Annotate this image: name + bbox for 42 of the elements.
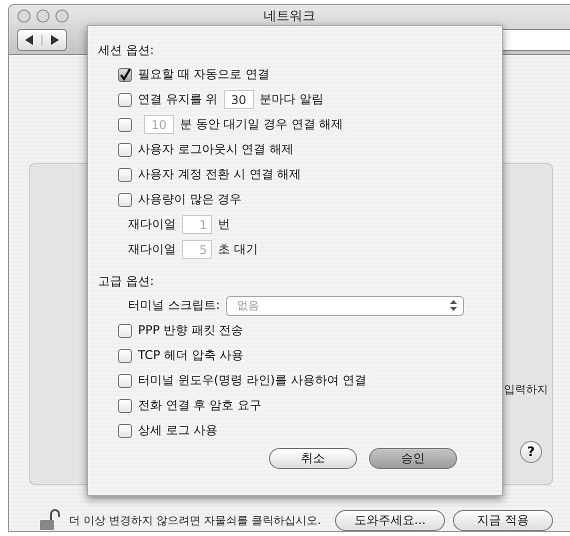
unit-label: 번	[218, 216, 230, 233]
redial-label: 재다이얼	[128, 216, 176, 233]
checkbox-label: PPP 반향 패킷 전송	[138, 322, 244, 339]
option-label: 분 동안 대기일 경우 연결 해제	[180, 116, 344, 133]
help-button[interactable]: ?	[520, 441, 542, 463]
checkbox-label: 터미널 윈도우(명령 라인)를 사용하여 연결	[138, 372, 367, 389]
minutes-field[interactable]: 30	[224, 90, 254, 109]
back-forward-button[interactable]	[17, 29, 67, 51]
stepper-icon	[450, 300, 457, 311]
checkbox[interactable]	[118, 142, 132, 156]
checkbox-label: TCP 헤더 압축 사용	[138, 347, 244, 364]
checkbox[interactable]	[118, 68, 132, 82]
option-label: 분마다 알림	[260, 91, 324, 108]
checkbox[interactable]	[118, 324, 132, 338]
select-label: 터미널 스크립트:	[128, 297, 220, 314]
checkbox-label: 사용자 계정 전환 시 연결 해제	[138, 166, 302, 183]
checkbox-label: 상세 로그 사용	[138, 422, 218, 439]
checkbox[interactable]	[118, 398, 132, 412]
unit-label: 초 대기	[218, 241, 258, 258]
status-text: 더 이상 변경하지 않으려면 자물쇠를 클릭하십시오.	[69, 512, 322, 528]
checkbox-label: 전화 연결 후 암호 요구	[138, 397, 262, 414]
cancel-button[interactable]: 취소	[269, 448, 357, 469]
checkbox[interactable]	[118, 92, 132, 106]
section-title: 고급 옵션:	[98, 273, 155, 290]
section-title: 세션 옵션:	[98, 42, 155, 59]
checkbox-label: 사용자 로그아웃시 연결 해제	[138, 141, 294, 158]
lock-icon[interactable]	[39, 509, 61, 531]
option-label: 연결 유지를 위	[138, 91, 218, 108]
description-text: 입력하지	[504, 382, 548, 397]
window-title: 네트워크	[262, 8, 316, 25]
checkbox[interactable]	[118, 424, 132, 438]
redial-label: 재다이얼	[128, 241, 176, 258]
help-text-button[interactable]: 도와주세요...	[335, 510, 445, 530]
checkbox-label: 사용량이 많은 경우	[138, 191, 242, 208]
checkbox[interactable]	[118, 348, 132, 362]
apply-button[interactable]: 지금 적용	[453, 510, 553, 530]
checkbox-label: 필요할 때 자동으로 연결	[138, 66, 270, 83]
checkbox[interactable]	[118, 192, 132, 206]
checkbox[interactable]	[118, 168, 132, 182]
back-forward-arrows-icon	[25, 35, 59, 45]
ok-button[interactable]: 승인	[369, 448, 457, 469]
checkbox[interactable]	[118, 374, 132, 388]
